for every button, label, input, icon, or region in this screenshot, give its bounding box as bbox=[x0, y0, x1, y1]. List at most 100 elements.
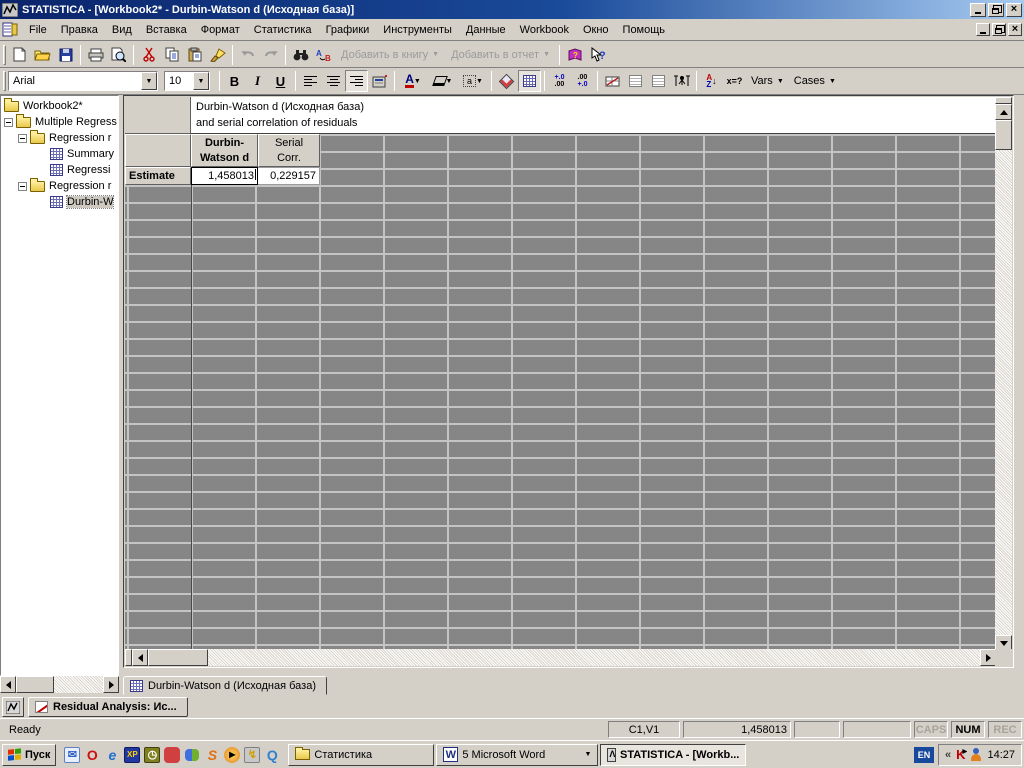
hscroll-thumb[interactable] bbox=[16, 676, 54, 693]
tree-item-summary[interactable]: Summary bbox=[1, 146, 118, 162]
variable-specs-button[interactable]: x=? bbox=[723, 70, 746, 92]
tab-durbin-watson[interactable]: Durbin-Watson d (Исходная база) bbox=[123, 676, 327, 695]
tab-residual-analysis[interactable]: Residual Analysis: Ис... bbox=[28, 697, 188, 717]
bold-button[interactable]: B bbox=[223, 70, 246, 92]
vscroll-track[interactable] bbox=[995, 150, 1012, 635]
scroll-left-button[interactable] bbox=[0, 676, 16, 693]
scroll-left-button[interactable] bbox=[132, 649, 148, 666]
internet-explorer-icon[interactable]: e bbox=[104, 747, 120, 763]
mdi-minimize-button[interactable] bbox=[976, 23, 990, 36]
underline-button[interactable]: U bbox=[269, 70, 292, 92]
toolbar-grip[interactable] bbox=[3, 71, 6, 91]
menu-file[interactable]: File bbox=[22, 21, 54, 39]
menu-data[interactable]: Данные bbox=[459, 21, 513, 39]
analysis-list-button[interactable] bbox=[2, 697, 24, 717]
kaspersky-icon[interactable]: K bbox=[956, 747, 965, 762]
sheet-options2-button[interactable] bbox=[647, 70, 670, 92]
find-button[interactable] bbox=[289, 43, 312, 66]
mdi-restore-button[interactable] bbox=[992, 23, 1006, 36]
menu-statistics[interactable]: Статистика bbox=[247, 21, 319, 39]
menu-window[interactable]: Окно bbox=[576, 21, 616, 39]
paste-button[interactable] bbox=[183, 43, 206, 66]
split-box[interactable] bbox=[995, 97, 1012, 104]
menu-help[interactable]: Помощь bbox=[616, 21, 673, 39]
tree-item-regression-1[interactable]: Regression r bbox=[1, 130, 118, 146]
format-cells-button[interactable] bbox=[368, 70, 391, 92]
format-brush-button[interactable] bbox=[206, 43, 229, 66]
sort-button[interactable]: A Z ↓ bbox=[700, 70, 723, 92]
glossary-button[interactable]: ? bbox=[563, 43, 587, 66]
align-center-button[interactable] bbox=[322, 70, 345, 92]
print-preview-button[interactable] bbox=[107, 43, 130, 66]
restore-button[interactable] bbox=[988, 2, 1004, 17]
cut-button[interactable] bbox=[137, 43, 160, 66]
tray-chevron[interactable]: « bbox=[945, 749, 951, 761]
column-header-serial-corr[interactable]: Serial Corr. bbox=[258, 134, 320, 167]
tree-item-durbin-watson[interactable]: Durbin-W bbox=[1, 194, 118, 210]
task-statistika-folder[interactable]: Статистика bbox=[288, 743, 435, 766]
font-name-combo[interactable]: Arial ▼ bbox=[8, 71, 158, 91]
minimize-button[interactable] bbox=[970, 2, 986, 17]
tree-item-regression-sheet[interactable]: Regressi bbox=[1, 162, 118, 178]
vars-button[interactable]: Vars ▼ bbox=[746, 75, 789, 87]
floppy-xp-icon[interactable]: XP bbox=[124, 746, 141, 763]
tree-item-workbook[interactable]: Workbook2* bbox=[1, 98, 118, 114]
save-button[interactable] bbox=[54, 43, 77, 66]
chevron-down-icon[interactable]: ▼ bbox=[193, 72, 209, 90]
menu-graphs[interactable]: Графики bbox=[319, 21, 377, 39]
quicktime-icon[interactable]: Q bbox=[264, 747, 280, 763]
user-agent-icon[interactable] bbox=[970, 747, 982, 762]
collapse-icon[interactable] bbox=[18, 133, 27, 143]
undo-button[interactable] bbox=[236, 43, 259, 66]
mdi-close-button[interactable]: × bbox=[1008, 23, 1022, 36]
replace-button[interactable]: AB bbox=[312, 43, 335, 66]
spreadsheet-grid[interactable]: Durbin-Watson d (Исходная база) and seri… bbox=[125, 97, 996, 651]
winamp-icon[interactable]: ↯ bbox=[244, 746, 261, 763]
scheduler-icon[interactable]: ◷ bbox=[144, 746, 161, 763]
hscroll-thumb[interactable] bbox=[148, 649, 208, 666]
language-indicator[interactable]: EN bbox=[913, 746, 934, 763]
collapse-icon[interactable] bbox=[4, 117, 13, 127]
opera-icon[interactable]: O bbox=[84, 747, 100, 763]
borders-button[interactable]: a ▼ bbox=[458, 70, 488, 92]
tag-button[interactable] bbox=[495, 70, 518, 92]
redo-button[interactable] bbox=[259, 43, 282, 66]
context-help-button[interactable]: ? bbox=[586, 43, 610, 66]
align-left-button[interactable] bbox=[299, 70, 322, 92]
horizontal-scrollbar[interactable] bbox=[125, 649, 996, 666]
scroll-right-button[interactable] bbox=[103, 676, 119, 693]
row-header-estimate[interactable]: Estimate bbox=[125, 167, 191, 185]
chevron-down-icon[interactable]: ▼ bbox=[141, 72, 157, 90]
outlook-express-icon[interactable]: ✉ bbox=[64, 746, 81, 763]
hscroll-track[interactable] bbox=[54, 676, 103, 693]
tray-clock[interactable]: 14:27 bbox=[987, 749, 1015, 761]
decrease-decimal-button[interactable]: .00 +.0 bbox=[571, 70, 594, 92]
brushing-button[interactable] bbox=[670, 70, 693, 92]
sheet-options-button[interactable] bbox=[624, 70, 647, 92]
start-button[interactable]: Пуск bbox=[2, 743, 57, 766]
add-to-report-button[interactable]: Добавить в отчет ▼ bbox=[445, 49, 556, 61]
menu-format[interactable]: Формат bbox=[194, 21, 247, 39]
increase-decimal-button[interactable]: +.0.00 bbox=[548, 70, 571, 92]
cell-durbin-watson-value[interactable]: 1,458013 bbox=[191, 167, 258, 185]
print-button[interactable] bbox=[84, 43, 107, 66]
vscroll-thumb[interactable] bbox=[995, 120, 1012, 150]
scroll-right-button[interactable] bbox=[980, 649, 996, 666]
copy-button[interactable] bbox=[160, 43, 183, 66]
close-button[interactable]: × bbox=[1006, 2, 1022, 17]
menu-insert[interactable]: Вставка bbox=[139, 21, 194, 39]
msn-messenger-icon[interactable] bbox=[184, 747, 200, 763]
task-statistica[interactable]: STATISTICA - [Workb... bbox=[600, 743, 747, 766]
menu-tools[interactable]: Инструменты bbox=[376, 21, 459, 39]
cases-button[interactable]: Cases ▼ bbox=[789, 75, 841, 87]
split-box[interactable] bbox=[125, 649, 132, 666]
align-right-button[interactable] bbox=[345, 70, 368, 92]
tree-item-regression-2[interactable]: Regression r bbox=[1, 178, 118, 194]
scroll-up-button[interactable] bbox=[995, 104, 1012, 120]
collapse-icon[interactable] bbox=[18, 181, 27, 191]
menu-view[interactable]: Вид bbox=[105, 21, 139, 39]
adjust-grid-button[interactable] bbox=[601, 70, 624, 92]
menu-workbook[interactable]: Workbook bbox=[513, 21, 576, 39]
grid-display-button[interactable] bbox=[518, 70, 541, 92]
tree-item-multiple-regression[interactable]: Multiple Regress bbox=[1, 114, 118, 130]
